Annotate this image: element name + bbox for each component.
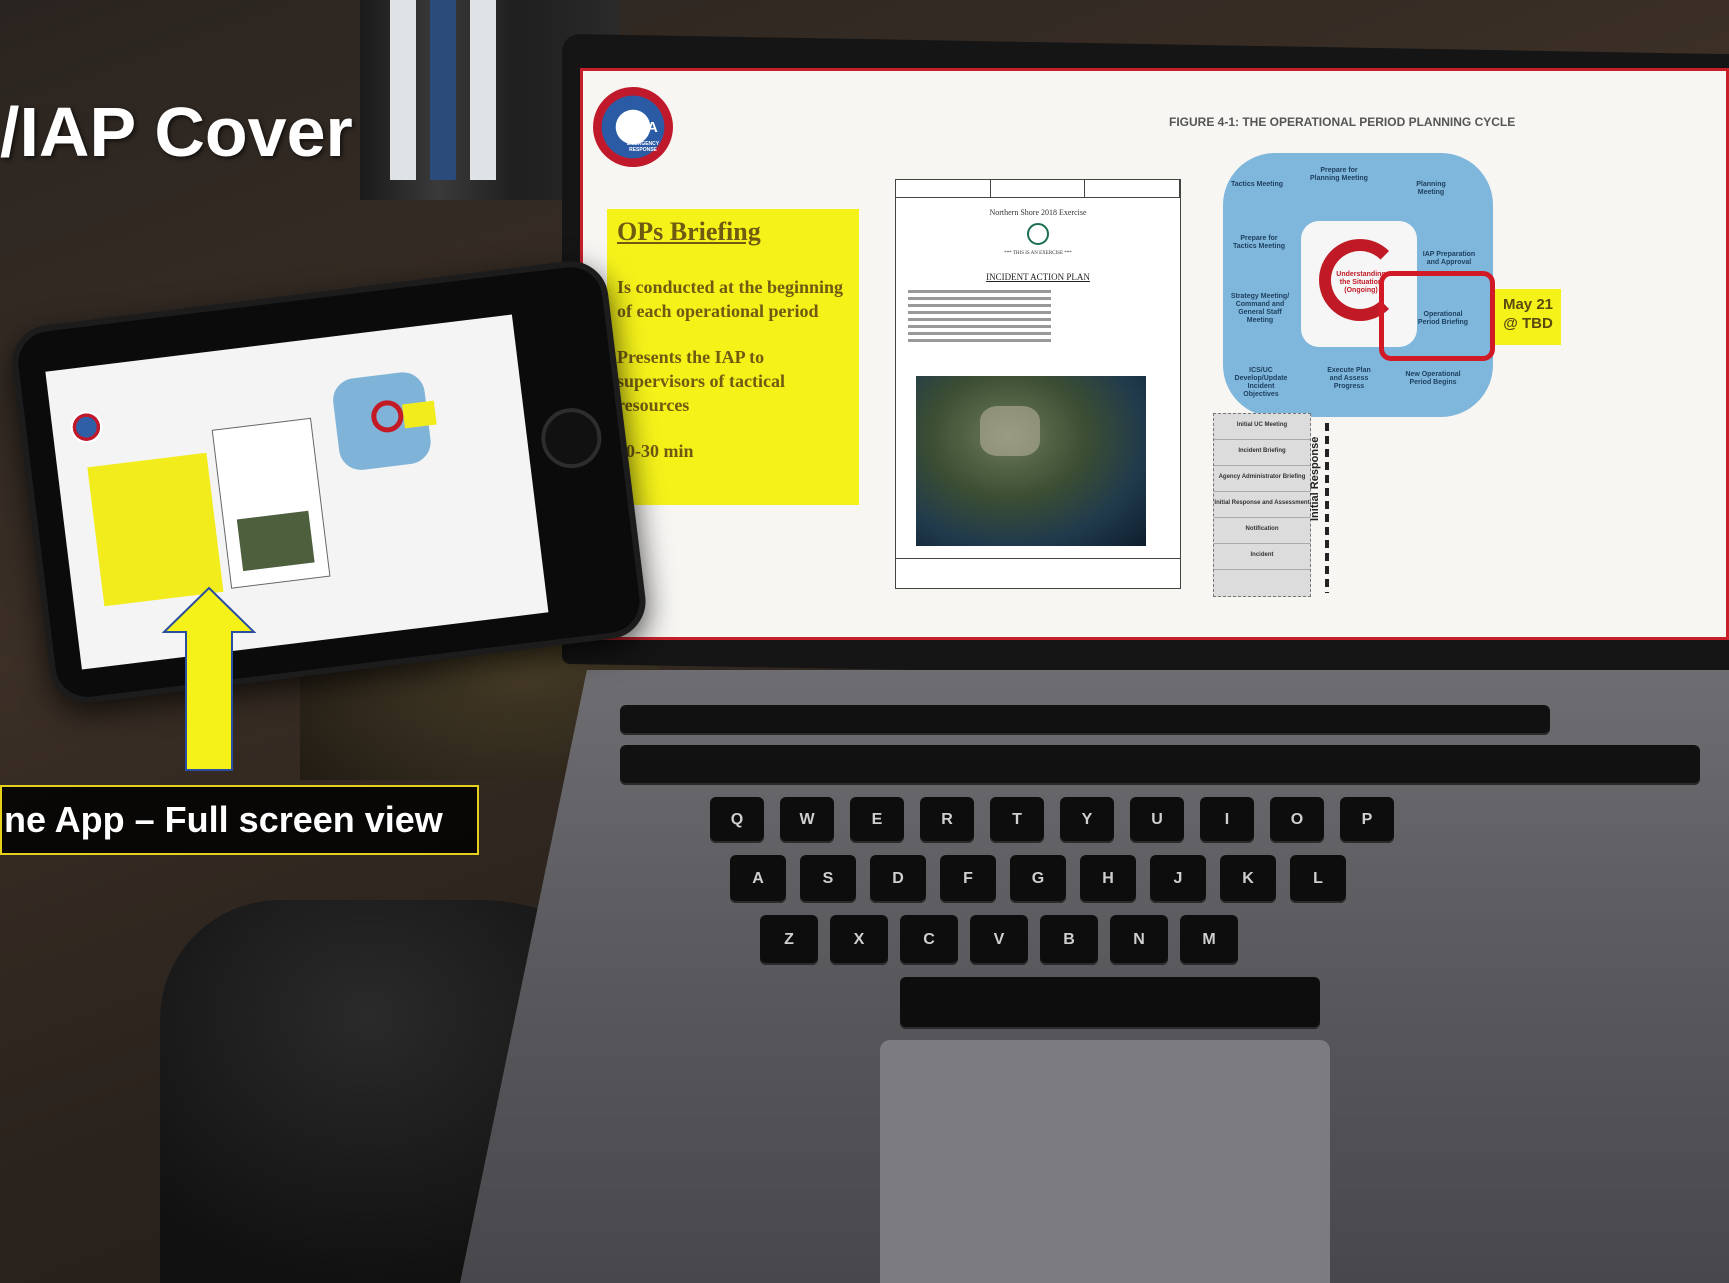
doc-header [896, 180, 1181, 198]
stack-item: Agency Administrator Briefing [1214, 466, 1310, 492]
key: T [990, 797, 1044, 843]
phone-camera [537, 404, 605, 472]
stack-item: Initial Response and Assessment [1214, 492, 1310, 518]
key: L [1290, 855, 1346, 903]
cycle-label: Execute Plan and Assess Progress [1327, 367, 1371, 390]
key: Q [710, 797, 764, 843]
phone-briefing-box [87, 452, 224, 607]
ops-briefing-line: Is conducted at the beginning of each op… [617, 277, 844, 321]
doc-contents-lines [908, 290, 1168, 342]
phone [8, 256, 650, 708]
book [430, 0, 456, 180]
date-badge-line: May 21 [1502, 296, 1554, 313]
spacebar [900, 977, 1320, 1029]
ops-briefing-line: Presents the IAP to supervisors of tacti… [617, 347, 785, 415]
key: Y [1060, 797, 1114, 843]
key: O [1270, 797, 1324, 843]
date-badge: May 21 @ TBD [1495, 289, 1561, 345]
iap-cover-document: Northern Shore 2018 Exercise *** THIS IS… [895, 179, 1181, 589]
book [470, 0, 496, 180]
highlight-box [1379, 271, 1495, 361]
key: M [1180, 915, 1238, 965]
key: K [1220, 855, 1276, 903]
book [390, 0, 416, 180]
key: B [1040, 915, 1098, 965]
key: U [1130, 797, 1184, 843]
initial-response-stack: Initial UC Meeting Incident Briefing Age… [1213, 413, 1311, 597]
doc-exercise-title: Northern Shore 2018 Exercise [989, 208, 1087, 217]
key: Z [760, 915, 818, 965]
epa-logo-text: EPA [628, 119, 658, 136]
date-badge-line: @ TBD [1503, 315, 1553, 332]
key: G [1010, 855, 1066, 903]
cycle-label: IAP Preparation and Approval [1422, 251, 1476, 266]
key: X [830, 915, 888, 965]
function-row [620, 705, 1550, 735]
phone-badge [402, 400, 437, 429]
stack-item: Incident Briefing [1214, 440, 1310, 466]
stack-item: Incident [1214, 544, 1310, 570]
cycle-label: Prepare for Tactics Meeting [1233, 235, 1285, 250]
up-arrow-icon [162, 586, 256, 771]
initial-response-label: Initial Response [1309, 436, 1321, 521]
keyboard: Q W E R T Y U I O P A S D F G H J K L Z … [590, 705, 1729, 1045]
ops-briefing-duration: 20-30 min [617, 441, 694, 461]
key: E [850, 797, 904, 843]
key: A [730, 855, 786, 903]
doc-heading: INCIDENT ACTION PLAN [986, 272, 1090, 282]
epa-logo: EPA EMERGENCY RESPONSE [593, 87, 673, 167]
cycle-label: Planning Meeting [1416, 181, 1446, 196]
key: S [800, 855, 856, 903]
ops-briefing-box: OPs Briefing Is conducted at the beginni… [607, 209, 859, 505]
doc-seal-icon [1027, 223, 1049, 245]
key: F [940, 855, 996, 903]
stack-item: Initial UC Meeting [1214, 414, 1310, 440]
trackpad [880, 1040, 1330, 1283]
key: J [1150, 855, 1206, 903]
key: R [920, 797, 974, 843]
cycle-label: ICS/UC Develop/Update Incident Objective… [1234, 367, 1288, 398]
key: I [1200, 797, 1254, 843]
doc-exercise-notice: *** THIS IS AN EXERCISE *** [1004, 251, 1072, 256]
stack-item: Notification [1214, 518, 1310, 544]
doc-satellite-map [916, 376, 1146, 546]
phone-epa-logo-icon [68, 409, 105, 445]
ops-briefing-heading: OPs Briefing [617, 217, 761, 246]
up-arrow-icon [1325, 423, 1329, 593]
photo: EPA EMERGENCY RESPONSE FIGURE 4-1: THE O… [0, 0, 1729, 1283]
cycle-label: New Operational Period Begins [1405, 371, 1461, 386]
doc-footer [896, 558, 1180, 588]
key: P [1340, 797, 1394, 843]
key: V [970, 915, 1028, 965]
key: N [1110, 915, 1168, 965]
phone-map [236, 510, 315, 572]
laptop-screen: EPA EMERGENCY RESPONSE FIGURE 4-1: THE O… [580, 68, 1729, 640]
page-title: /IAP Cover [0, 93, 353, 171]
epa-logo-subtext: EMERGENCY RESPONSE [626, 141, 660, 153]
cycle-label: Strategy Meeting/ Command and General St… [1230, 293, 1290, 324]
key: W [780, 797, 834, 843]
cycle-label: Tactics Meeting [1231, 181, 1283, 188]
figure-title: FIGURE 4-1: THE OPERATIONAL PERIOD PLANN… [1169, 115, 1516, 129]
key: H [1080, 855, 1136, 903]
key: C [900, 915, 958, 965]
number-row [620, 745, 1700, 785]
key: D [870, 855, 926, 903]
caption-box: ne App – Full screen view [0, 785, 479, 855]
phone-screen [45, 314, 549, 670]
cycle-label: Prepare for Planning Meeting [1310, 167, 1368, 182]
